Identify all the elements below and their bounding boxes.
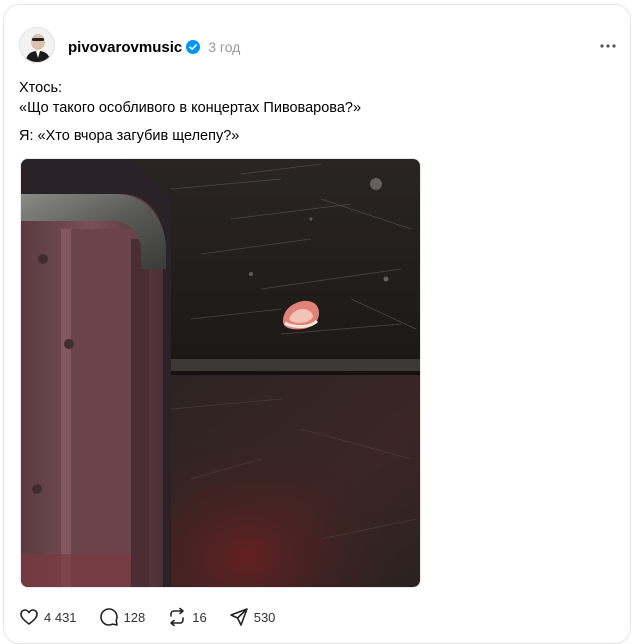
share-count: 530: [253, 609, 276, 625]
send-icon: [229, 608, 248, 626]
post-text: Хтось: «Що такого особливого в концертах…: [19, 78, 599, 146]
repost-count: 16: [192, 609, 207, 625]
share-button[interactable]: 530: [229, 607, 276, 627]
post-photo[interactable]: [20, 158, 421, 588]
repost-icon: [170, 607, 185, 627]
post-text-line: «Що такого особливого в концертах Пивова…: [19, 100, 362, 116]
photo-image: [21, 159, 420, 587]
like-button[interactable]: 4 431: [19, 607, 77, 627]
post-text-line: Хтось:: [19, 80, 63, 96]
post-time[interactable]: 3 год: [208, 39, 240, 55]
username[interactable]: pivovarovmusic: [68, 39, 182, 56]
post-actions: 4 431 128 16 530: [19, 606, 297, 628]
avatar[interactable]: [19, 27, 55, 63]
comment-button[interactable]: 128: [99, 607, 146, 627]
post-text-line: Я: «Хто вчора загубив щелепу?»: [19, 128, 240, 144]
more-horizontal-icon[interactable]: [598, 36, 618, 56]
repost-button[interactable]: 16: [167, 607, 207, 627]
heart-icon: [20, 609, 38, 625]
comment-bubble-icon: [99, 608, 118, 626]
comment-count: 128: [123, 609, 146, 625]
verified-badge-icon: [186, 40, 201, 54]
post-header: pivovarovmusic 3 год: [68, 38, 240, 56]
like-count: 4 431: [44, 609, 77, 625]
